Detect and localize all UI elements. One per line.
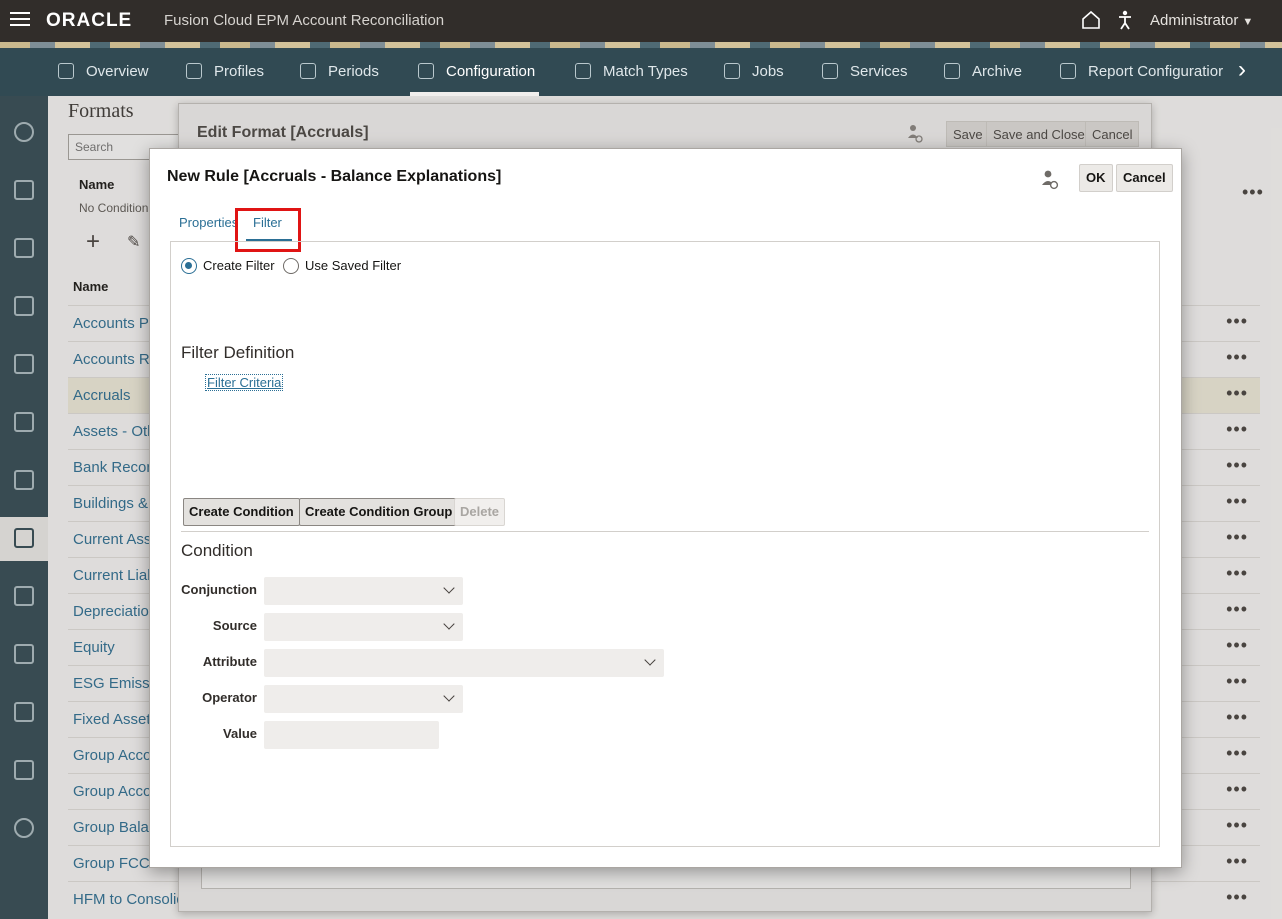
- filter-criteria-node[interactable]: Filter Criteria: [204, 374, 284, 391]
- nav-profiles[interactable]: Profiles: [186, 48, 264, 96]
- overview-icon: [58, 63, 74, 79]
- profiles-icon: [186, 63, 202, 79]
- value-input[interactable]: [264, 721, 439, 749]
- new-rule-dialog: New Rule [Accruals - Balance Explanation…: [149, 148, 1182, 868]
- use-saved-filter-label: Use Saved Filter: [305, 258, 402, 273]
- filter-panel: Create Filter Use Saved Filter Filter De…: [170, 241, 1160, 847]
- nav-configuration[interactable]: Configuration: [409, 48, 540, 96]
- use-saved-filter-radio[interactable]: [283, 258, 299, 274]
- nav-label: Report Configuratior: [1088, 63, 1224, 80]
- top-bar: ORACLE Fusion Cloud EPM Account Reconcil…: [0, 0, 1282, 42]
- user-menu[interactable]: Administrator ▼: [1150, 12, 1253, 29]
- home-icon[interactable]: [1081, 10, 1101, 30]
- create-condition-group-button[interactable]: Create Condition Group: [299, 498, 459, 526]
- create-filter-radio[interactable]: [181, 258, 197, 274]
- tab-properties[interactable]: Properties: [179, 215, 238, 230]
- nav-label: Overview: [86, 63, 149, 80]
- delete-button[interactable]: Delete: [454, 498, 506, 526]
- nav-archive[interactable]: Archive: [944, 48, 1022, 96]
- attribute-label: Attribute: [202, 654, 257, 669]
- ok-label: OK: [1086, 170, 1106, 185]
- chevron-down-icon: [443, 618, 455, 630]
- value-label: Value: [223, 726, 257, 741]
- nav-label: Jobs: [752, 63, 784, 80]
- jobs-icon: [724, 63, 740, 79]
- chevron-down-icon: [443, 690, 455, 702]
- match-types-icon: [575, 63, 591, 79]
- cancel-button[interactable]: Cancel: [1116, 164, 1173, 192]
- conjunction-label: Conjunction: [181, 582, 257, 597]
- chevron-down-icon: [644, 654, 656, 666]
- chevron-down-icon: ▼: [1242, 16, 1254, 28]
- nav-label: Periods: [328, 63, 379, 80]
- menu-icon[interactable]: [10, 12, 30, 28]
- dialog-title: New Rule [Accruals - Balance Explanation…: [167, 168, 502, 185]
- nav-label: Services: [850, 63, 908, 80]
- report-configuration-icon: [1060, 63, 1076, 79]
- app-title: Fusion Cloud EPM Account Reconciliation: [164, 12, 445, 29]
- cancel-label: Cancel: [1123, 170, 1166, 185]
- nav-label: Profiles: [214, 63, 265, 80]
- operator-select[interactable]: [264, 685, 463, 713]
- nav-services[interactable]: Services: [822, 48, 908, 96]
- nav-periods[interactable]: Periods: [300, 48, 379, 96]
- help-person-icon[interactable]: [1041, 169, 1059, 191]
- nav-jobs[interactable]: Jobs: [724, 48, 784, 96]
- nav-label: Match Types: [603, 63, 688, 80]
- ok-button[interactable]: OK: [1079, 164, 1113, 192]
- nav-report-configuration[interactable]: Report Configuratior: [1060, 48, 1223, 96]
- conjunction-select[interactable]: [264, 577, 463, 605]
- chevron-right-icon[interactable]: ›: [1226, 48, 1258, 96]
- nav-label: Archive: [972, 63, 1023, 80]
- periods-icon: [300, 63, 316, 79]
- source-select[interactable]: [264, 613, 463, 641]
- chevron-down-icon: [443, 582, 455, 594]
- condition-heading: Condition: [181, 541, 253, 560]
- nav-overview[interactable]: Overview: [58, 48, 149, 96]
- user-name: Administrator: [1150, 12, 1239, 29]
- archive-icon: [944, 63, 960, 79]
- divider: [181, 531, 1149, 532]
- filter-definition-heading: Filter Definition: [181, 343, 295, 362]
- create-condition-button[interactable]: Create Condition: [183, 498, 300, 526]
- nav-label: Configuration: [446, 63, 536, 80]
- operator-label: Operator: [202, 690, 257, 705]
- main-nav: Overview Profiles Periods Configuration …: [0, 48, 1282, 96]
- oracle-logo: ORACLE: [46, 10, 133, 31]
- services-icon: [822, 63, 838, 79]
- attribute-select[interactable]: [264, 649, 664, 677]
- configuration-icon: [418, 63, 434, 79]
- accessibility-icon[interactable]: [1117, 10, 1133, 30]
- source-label: Source: [212, 618, 257, 633]
- nav-match-types[interactable]: Match Types: [575, 48, 688, 96]
- create-filter-label: Create Filter: [203, 258, 275, 273]
